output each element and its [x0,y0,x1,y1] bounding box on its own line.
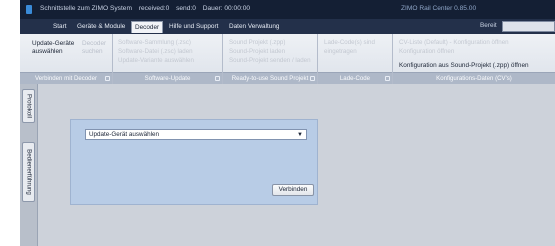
group-footer-sound: Ready-to-use Sound Projekt [223,72,317,84]
ribbon-group-load-code: Lade-Code(s) sind eingetragen Lade-Code [318,34,393,84]
ribbon-group-software-update: Software-Sammlung (.zsc) Software-Datei … [113,34,223,84]
ribbon-group-sound: Sound Projekt (.zpp) Sound-Projekt laden… [223,34,318,84]
sidebar-tab-guidance[interactable]: Bedienerführung [22,142,35,202]
connect-button[interactable]: Verbinden [272,184,314,196]
load-software-file-button[interactable]: Software-Datei (.zsc) laden [118,48,193,56]
sidebar: Protokoll Bedienerführung [20,84,38,246]
sidebar-tab-guidance-label: Bedienerführung [25,149,32,195]
open-cv-list-button[interactable]: CV-Liste (Default) - Konfiguration öffne… [399,39,509,47]
dialog-launcher-icon[interactable] [105,76,110,81]
app-window: Schnittstelle zum ZIMO System received:0… [20,0,555,246]
chevron-down-icon: ▼ [297,132,303,138]
select-update-device-label-1: Update-Geräte [32,40,75,47]
group-title-software-update: Software-Update [144,75,191,82]
group-title-connect: Verbinden mit Decoder [35,75,97,82]
software-collection-button[interactable]: Software-Sammlung (.zsc) [118,39,191,47]
connection-status: Schnittstelle zum ZIMO System received:0… [40,5,255,12]
duration-timer: Dauer: 00:00:00 [202,5,251,12]
connection-panel: Update-Gerät auswählen ▼ Verbinden [70,119,318,205]
load-code-status: Lade-Code(s) sind [324,39,375,46]
dialog-launcher-icon[interactable] [385,76,390,81]
update-device-select[interactable]: Update-Gerät auswählen ▼ [85,129,307,140]
app-icon [26,5,32,14]
ready-status: Bereit [480,22,497,29]
received-counter: received:0 [138,5,170,12]
sound-project-button[interactable]: Sound Projekt (.zpp) [229,39,285,47]
status-field [502,21,555,32]
group-footer-connect: Verbinden mit Decoder [20,72,112,84]
dialog-launcher-icon[interactable] [310,76,315,81]
ribbon-group-connect: Update-Geräte auswählen Decoder suchen V… [20,34,113,84]
tab-devices-modules[interactable]: Geräte & Module [74,21,128,33]
title-bar: Schnittstelle zum ZIMO System received:0… [20,0,555,19]
dialog-launcher-icon[interactable] [215,76,220,81]
menu-bar: Start Geräte & Module Decoder Hilfe und … [20,19,555,34]
load-code-status-2: eingetragen [324,48,357,55]
app-title: ZIMO Rail Center 0.85.00 [401,5,477,12]
tab-start[interactable]: Start [50,21,70,33]
select-update-variant-button[interactable]: Update-Variante auswählen [118,57,194,65]
ribbon: Update-Geräte auswählen Decoder suchen V… [20,34,555,84]
search-decoder-label-1: Decoder [82,40,107,47]
group-title-configuration: Konfigurations-Daten (CV's) [436,75,512,82]
open-configuration-button[interactable]: Konfiguration öffnen [399,48,454,56]
tab-decoder[interactable]: Decoder [131,21,164,33]
search-decoder-label-2: suchen [82,48,103,55]
send-sound-project-button[interactable]: Sound-Projekt senden / laden [229,57,311,65]
main-content: Update-Gerät auswählen ▼ Verbinden [38,84,555,246]
search-decoder-button[interactable]: Decoder suchen [82,40,106,56]
tab-help-support[interactable]: Hilfe und Support [166,21,221,33]
group-title-sound: Ready-to-use Sound Projekt [231,75,309,82]
send-counter: send:0 [176,5,196,12]
group-title-load-code: Lade-Code [339,75,371,82]
open-config-from-sound-button[interactable]: Konfiguration aus Sound-Projekt (.zpp) ö… [399,62,529,70]
update-device-select-value: Update-Gerät auswählen [89,131,160,138]
group-footer-configuration: Konfigurations-Daten (CV's) [393,72,555,84]
ribbon-group-configuration: CV-Liste (Default) - Konfiguration öffne… [393,34,555,84]
sidebar-tab-protocol-label: Protokoll [25,93,32,119]
group-footer-software-update: Software-Update [113,72,222,84]
interface-label: Schnittstelle zum ZIMO System [40,5,132,12]
tab-data-management[interactable]: Daten Verwaltung [226,21,282,33]
select-update-device-label-2: auswählen [32,48,63,55]
sidebar-tab-protocol[interactable]: Protokoll [22,89,35,123]
load-sound-project-button[interactable]: Sound-Projekt laden [229,48,285,56]
select-update-device-button[interactable]: Update-Geräte auswählen [32,40,74,56]
group-footer-load-code: Lade-Code [318,72,392,84]
